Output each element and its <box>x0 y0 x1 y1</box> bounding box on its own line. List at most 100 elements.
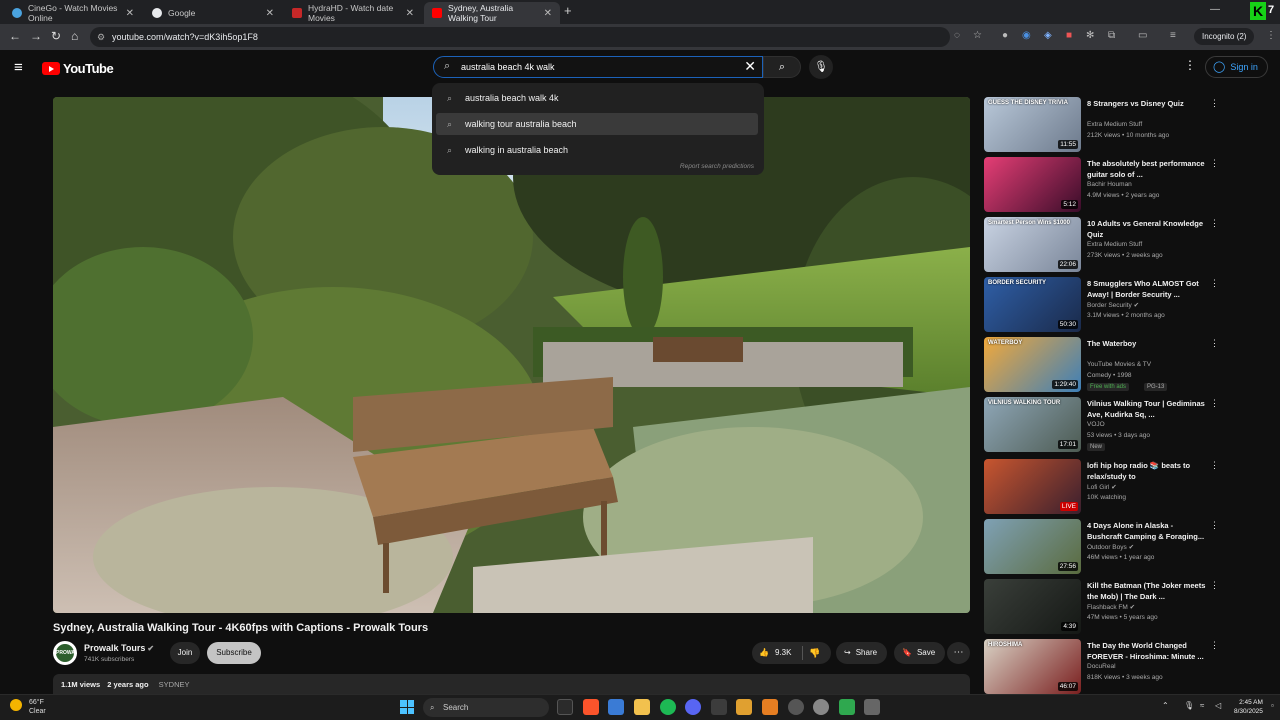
search-input[interactable]: australia beach 4k walk <box>461 62 555 72</box>
extension-badge-icon[interactable]: ■ <box>1066 30 1072 41</box>
recommended-more-icon[interactable]: ⋮ <box>1210 580 1219 591</box>
like-button[interactable]: 👍 9.3K <box>759 642 791 664</box>
recommended-video[interactable]: Smartest Person Wins $1000 22:06 10 Adults… <box>984 217 1224 273</box>
recommended-video[interactable]: BORDER SECURITY 50:30 8 Smugglers Who ALMO… <box>984 277 1224 333</box>
recommended-more-icon[interactable]: ⋮ <box>1210 98 1219 109</box>
clear-search-icon[interactable]: ✕ <box>744 58 756 75</box>
browser-tab-cinego[interactable]: CineGo - Watch Movies Online ✕ <box>4 2 142 24</box>
search-suggestion[interactable]: ⌕ walking tour australia beach <box>436 113 758 135</box>
recommended-more-icon[interactable]: ⋮ <box>1210 158 1219 169</box>
incognito-indicator[interactable]: Incognito (2) <box>1194 28 1255 45</box>
notifications-icon[interactable]: ▫ <box>1271 701 1274 710</box>
recommended-title[interactable]: 8 Strangers vs Disney Quiz <box>1087 98 1209 109</box>
file-explorer-icon[interactable] <box>634 699 650 715</box>
microphone-tray-icon[interactable]: 🎙 <box>1184 701 1194 710</box>
recommended-channel[interactable]: Outdoor Boys ✔ <box>1087 543 1134 551</box>
recommended-title[interactable]: 4 Days Alone in Alaska - Bushcraft Campi… <box>1087 520 1209 542</box>
channel-avatar[interactable]: PROWALK TOURS <box>53 641 77 665</box>
recommended-video[interactable]: GUESS THE DISNEY TRIVIA 11:55 8 Strangers … <box>984 97 1224 153</box>
recommended-more-icon[interactable]: ⋮ <box>1210 520 1219 531</box>
search-button[interactable]: ⌕ <box>763 56 801 78</box>
settings-kebab-icon[interactable]: ⋮ <box>1184 58 1196 72</box>
app-media-icon[interactable] <box>864 699 880 715</box>
more-actions-icon[interactable]: ⋯ <box>947 642 970 664</box>
recommended-more-icon[interactable]: ⋮ <box>1210 218 1219 229</box>
recommended-title[interactable]: 8 Smugglers Who ALMOST Got Away! | Borde… <box>1087 278 1209 300</box>
close-tab-icon[interactable]: ✕ <box>406 8 414 19</box>
search-suggestion[interactable]: ⌕ walking in australia beach <box>436 139 758 161</box>
subscribe-button[interactable]: Subscribe <box>207 642 261 664</box>
video-thumbnail[interactable]: LIVE <box>984 459 1081 514</box>
channel-name[interactable]: Prowalk Tours ✔ <box>84 643 154 653</box>
recommended-video[interactable]: 4:39 Kill the Batman (The Joker meets the… <box>984 579 1224 635</box>
recommended-title[interactable]: Kill the Batman (The Joker meets the Mob… <box>1087 580 1209 602</box>
recommended-video[interactable]: HIROSHIMA 46:07 The Day the World Changed … <box>984 639 1224 695</box>
site-info-icon[interactable]: ⚙ <box>97 27 105 47</box>
video-thumbnail[interactable]: Smartest Person Wins $1000 22:06 <box>984 217 1081 272</box>
search-box[interactable]: ⌕ australia beach 4k walk ✕ <box>433 56 763 78</box>
video-thumbnail[interactable]: 5:12 <box>984 157 1081 212</box>
recommended-channel[interactable]: VOJO <box>1087 421 1105 428</box>
app-a-icon[interactable] <box>762 699 778 715</box>
reload-icon[interactable]: ↻ <box>51 29 61 43</box>
save-button[interactable]: 🔖 Save <box>894 642 946 664</box>
recommended-channel[interactable]: Border Security ✔ <box>1087 301 1139 309</box>
brave-taskbar-icon[interactable] <box>583 699 599 715</box>
recommended-channel[interactable]: Bachir Houman <box>1087 181 1132 188</box>
recommended-channel[interactable]: Extra Medium Stuff <box>1087 121 1142 128</box>
chrome-taskbar-icon[interactable] <box>557 699 573 715</box>
eye-off-icon[interactable]: ◌ <box>954 30 960 41</box>
recommended-more-icon[interactable]: ⋮ <box>1210 338 1219 349</box>
address-bar[interactable]: ⚙ youtube.com/watch?v=dK3ih5op1F8 <box>90 27 950 47</box>
report-predictions-link[interactable]: Report search predictions <box>680 163 754 170</box>
volume-icon[interactable]: ◁ <box>1215 701 1221 710</box>
description-box[interactable]: 1.1M views 2 years ago SYDNEY <box>53 674 970 694</box>
voice-search-button[interactable]: 🎙 <box>809 55 833 79</box>
tray-chevron-icon[interactable]: ⌃ <box>1162 701 1169 710</box>
extension-dot-icon[interactable]: ● <box>1002 30 1008 41</box>
minimize-icon[interactable]: — <box>1210 4 1220 15</box>
extension-translate-icon[interactable]: ◈ <box>1044 30 1052 41</box>
recommended-title[interactable]: Vilnius Walking Tour | Gediminas Ave, Ku… <box>1087 398 1209 420</box>
app-pen-icon[interactable] <box>736 699 752 715</box>
taskbar-search[interactable]: ⌕ Search <box>423 698 549 717</box>
recommended-video[interactable]: VILNIUS WALKING TOUR 17:01 Vilnius Walking… <box>984 397 1224 453</box>
join-button[interactable]: Join <box>170 642 200 664</box>
hamburger-menu-icon[interactable]: ≡ <box>14 59 23 76</box>
recommended-video[interactable]: 5:12 The absolutely best performance guit… <box>984 157 1224 213</box>
back-arrow-icon[interactable]: ← <box>9 29 21 43</box>
youtube-logo[interactable]: YouTube <box>42 61 114 76</box>
recommended-more-icon[interactable]: ⋮ <box>1210 640 1219 651</box>
recommended-channel[interactable]: Flashback FM ✔ <box>1087 603 1135 611</box>
close-tab-icon[interactable]: ✕ <box>126 8 134 19</box>
app-vpn-icon[interactable] <box>839 699 855 715</box>
video-thumbnail[interactable]: 4:39 <box>984 579 1081 634</box>
recommended-channel[interactable]: YouTube Movies & TV <box>1087 361 1151 368</box>
recommended-title[interactable]: The Day the World Changed FOREVER - Hiro… <box>1087 640 1209 662</box>
recommended-more-icon[interactable]: ⋮ <box>1210 398 1219 409</box>
video-thumbnail[interactable]: 27:56 <box>984 519 1081 574</box>
recommended-video[interactable]: LIVE lofi hip hop radio 📚 beats to relax/… <box>984 459 1224 515</box>
video-tag[interactable]: SYDNEY <box>159 680 190 689</box>
new-tab-plus-icon[interactable]: + <box>564 3 572 18</box>
search-suggestion[interactable]: ⌕ australia beach walk 4k <box>436 87 758 109</box>
weather-widget[interactable]: 66°F Clear <box>10 698 46 716</box>
spotify-icon[interactable] <box>660 699 676 715</box>
browser-menu-icon[interactable]: ⋮ <box>1266 30 1276 41</box>
video-thumbnail[interactable]: VILNIUS WALKING TOUR 17:01 <box>984 397 1081 452</box>
close-tab-icon[interactable]: ✕ <box>266 8 274 19</box>
bookmark-star-icon[interactable]: ☆ <box>973 30 982 41</box>
recommended-channel[interactable]: Lofi Girl ✔ <box>1087 483 1117 491</box>
recommended-title[interactable]: 10 Adults vs General Knowledge Quiz <box>1087 218 1209 240</box>
home-icon[interactable]: ⌂ <box>71 29 78 43</box>
forward-arrow-icon[interactable]: → <box>30 29 42 43</box>
video-thumbnail[interactable]: HIROSHIMA 46:07 <box>984 639 1081 694</box>
recommended-title[interactable]: lofi hip hop radio 📚 beats to relax/stud… <box>1087 460 1209 482</box>
video-thumbnail[interactable]: GUESS THE DISNEY TRIVIA 11:55 <box>984 97 1081 152</box>
sign-in-button[interactable]: ◯ Sign in <box>1205 56 1268 78</box>
split-view-icon[interactable]: ▭ <box>1138 30 1147 41</box>
close-tab-icon[interactable]: ✕ <box>544 8 552 19</box>
extension-gear-icon[interactable]: ✻ <box>1086 30 1094 41</box>
recommended-title[interactable]: The absolutely best performance guitar s… <box>1087 158 1209 180</box>
recommended-more-icon[interactable]: ⋮ <box>1210 460 1219 471</box>
